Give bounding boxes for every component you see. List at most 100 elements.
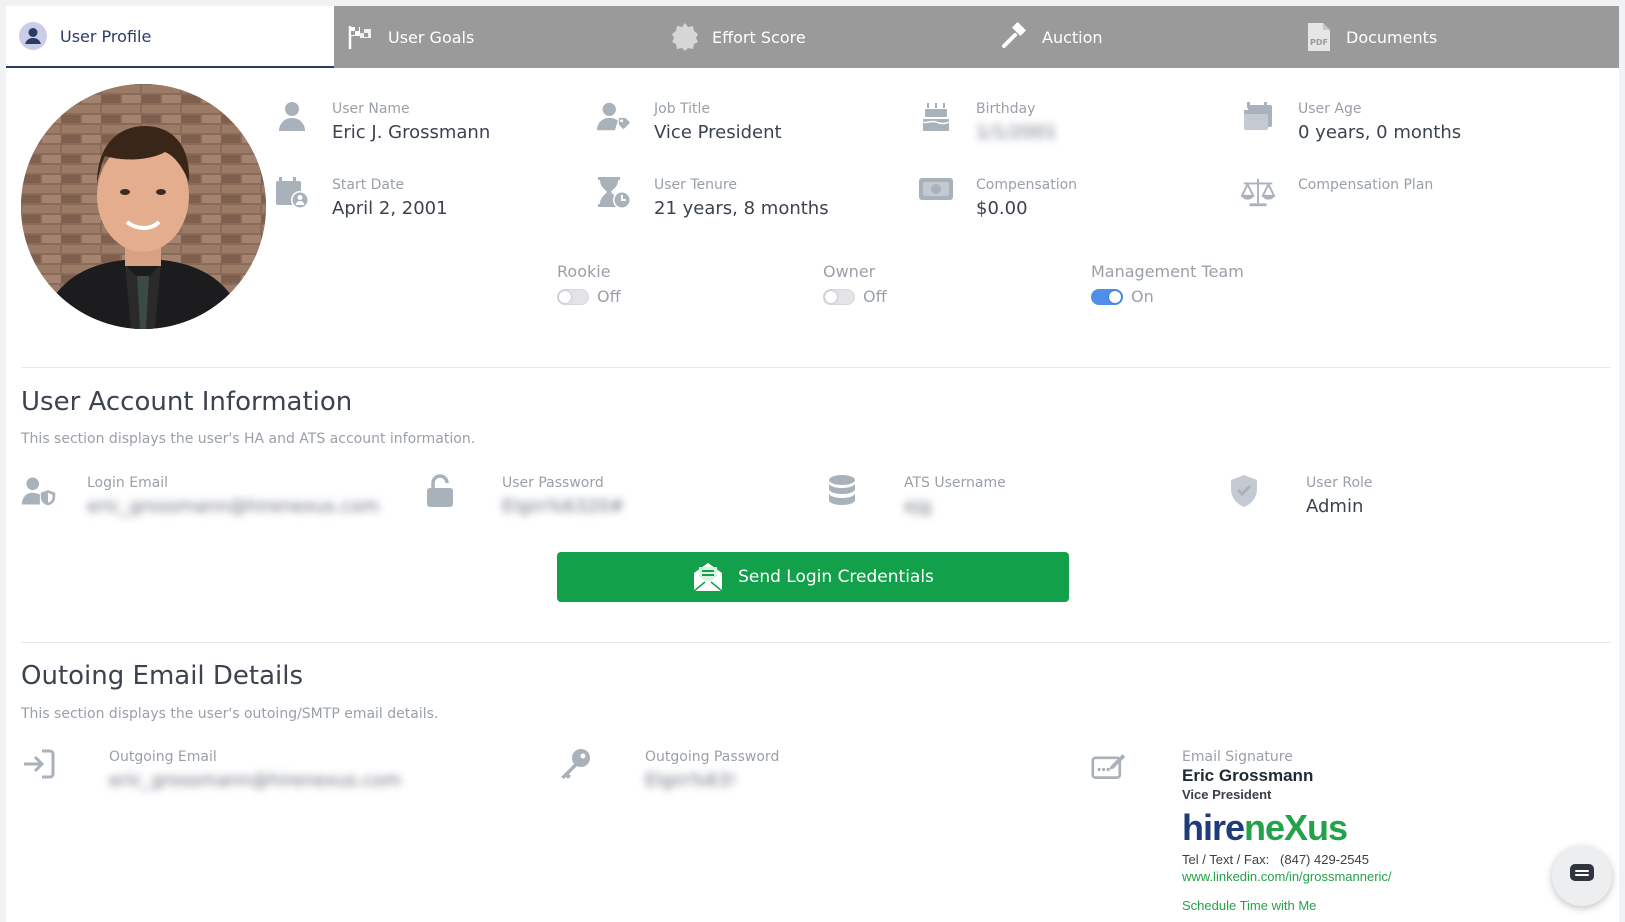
- field-value: eric_grossmann@hirenexus.com: [87, 496, 380, 517]
- user-circle-icon: [18, 21, 48, 51]
- owner-switch[interactable]: [823, 288, 855, 305]
- job-title-field: Job Title Vice President: [596, 100, 782, 146]
- tab-user-profile[interactable]: User Profile: [6, 6, 334, 68]
- user-icon: [274, 100, 310, 136]
- user-age-field: User Age 0 years, 0 months: [1240, 100, 1461, 146]
- outgoing-email-field: Outgoing Email eric_grossmann@hirenexus.…: [21, 748, 401, 794]
- field-label: User Name: [332, 101, 410, 117]
- start-date-field: Start Date April 2, 2001: [274, 176, 448, 222]
- toggle-state: On: [1131, 287, 1154, 306]
- toggle-label: Rookie: [557, 262, 611, 281]
- tab-label: User Goals: [388, 27, 475, 47]
- signature-linkedin-link[interactable]: www.linkedin.com/in/grossmanneric/: [1182, 869, 1392, 884]
- outgoing-section-title: Outoing Email Details: [21, 661, 304, 691]
- user-role-field: User Role Admin: [1226, 474, 1373, 520]
- toggle-state: Off: [863, 287, 887, 306]
- signature-title: Vice President: [1182, 787, 1272, 802]
- signature-edit-icon: [1091, 748, 1127, 784]
- calendar-icon: [1240, 100, 1276, 136]
- divider: [21, 367, 1611, 368]
- calendar-user-icon: [274, 176, 310, 212]
- field-value: Admin: [1306, 496, 1364, 517]
- account-section-title: User Account Information: [21, 387, 353, 417]
- tab-auction[interactable]: Auction: [984, 6, 1288, 68]
- toggle-label: Management Team: [1091, 262, 1244, 281]
- badge-icon: [670, 22, 700, 52]
- tab-label: Auction: [1042, 27, 1103, 47]
- field-value: Eric J. Grossmann: [332, 122, 491, 143]
- field-value: ejg: [904, 496, 932, 517]
- key-icon: [557, 748, 593, 784]
- divider: [21, 642, 1611, 643]
- compensation-plan-field: Compensation Plan: [1240, 176, 1433, 212]
- send-login-credentials-button[interactable]: Send Login Credentials: [557, 552, 1069, 602]
- field-label: Login Email: [87, 475, 169, 491]
- field-value: April 2, 2001: [332, 198, 448, 219]
- svg-text:PDF: PDF: [1310, 38, 1328, 47]
- hourglass-clock-icon: [596, 176, 632, 212]
- field-label: User Password: [502, 475, 604, 491]
- flags-icon: [346, 22, 376, 52]
- scale-balance-icon: [1240, 176, 1276, 212]
- tab-label: Effort Score: [712, 27, 806, 47]
- signature-phone: Tel / Text / Fax: (847) 429-2545: [1182, 852, 1369, 867]
- hirenexus-logo: hireneXus: [1182, 807, 1348, 848]
- user-name-field: User Name Eric J. Grossmann: [274, 100, 490, 146]
- login-email-field: Login Email eric_grossmann@hirenexus.com: [21, 474, 379, 520]
- button-label: Send Login Credentials: [738, 567, 934, 587]
- tab-effort-score[interactable]: Effort Score: [654, 6, 984, 68]
- tab-documents[interactable]: PDF Documents: [1288, 6, 1619, 68]
- chat-icon: [1569, 863, 1595, 889]
- ats-username-field: ATS Username ejg: [824, 474, 1006, 520]
- outgoing-section-description: This section displays the user's outoing…: [21, 706, 439, 722]
- field-label: Start Date: [332, 177, 405, 193]
- tab-label: Documents: [1346, 27, 1438, 47]
- email-signature-icon-wrap: [1091, 748, 1149, 784]
- field-label: Compensation Plan: [1298, 177, 1434, 193]
- toggle-label: Owner: [823, 262, 876, 281]
- user-tenure-field: User Tenure 21 years, 8 months: [596, 176, 829, 222]
- user-tag-icon: [596, 100, 632, 136]
- tab-bar: User Profile User Goals Effort Score Auc…: [6, 6, 1619, 68]
- field-label: User Age: [1298, 101, 1362, 117]
- user-password-field: User Password Elgin%6320#: [422, 474, 624, 520]
- schedule-time-link[interactable]: Schedule Time with Me: [1182, 898, 1392, 913]
- field-value: $0.00: [976, 198, 1028, 219]
- account-section-description: This section displays the user's HA and …: [21, 431, 476, 447]
- tab-user-goals[interactable]: User Goals: [334, 6, 654, 68]
- envelope-open-icon: [692, 562, 724, 592]
- money-bill-icon: [918, 176, 954, 212]
- field-value: Elgin%63!: [645, 770, 737, 791]
- owner-toggle-block: Owner Off: [823, 261, 887, 306]
- field-value: eric_grossmann@hirenexus.com: [109, 770, 402, 791]
- database-icon: [824, 474, 860, 510]
- field-value: Vice President: [654, 122, 782, 143]
- unlock-icon: [422, 474, 458, 510]
- field-label: Compensation: [976, 177, 1078, 193]
- field-label: User Tenure: [654, 177, 737, 193]
- field-label: User Role: [1306, 475, 1373, 491]
- outgoing-password-field: Outgoing Password Elgin%63!: [557, 748, 779, 794]
- toggle-state: Off: [597, 287, 621, 306]
- management-team-switch[interactable]: [1091, 288, 1123, 305]
- tab-label: User Profile: [60, 26, 152, 46]
- field-label: Email Signature: [1182, 749, 1293, 765]
- birthday-field: Birthday 1/1/2001: [918, 100, 1057, 146]
- rookie-switch[interactable]: [557, 288, 589, 305]
- avatar: [21, 84, 266, 329]
- field-label: Birthday: [976, 101, 1036, 117]
- field-label: ATS Username: [904, 475, 1006, 491]
- signature-name: Eric Grossmann: [1182, 766, 1314, 785]
- field-label: Job Title: [654, 101, 711, 117]
- pdf-icon: PDF: [1304, 22, 1334, 52]
- field-value: Elgin%6320#: [502, 496, 625, 517]
- management-team-toggle-block: Management Team On: [1091, 261, 1244, 306]
- gavel-icon: [1000, 22, 1030, 52]
- email-signature: Email Signature Eric Grossmann Vice Pres…: [1182, 749, 1392, 913]
- rookie-toggle-block: Rookie Off: [557, 261, 621, 306]
- compensation-field: Compensation $0.00: [918, 176, 1077, 222]
- field-value: 21 years, 8 months: [654, 198, 829, 219]
- sign-in-arrow-icon: [21, 748, 57, 784]
- chat-button[interactable]: [1552, 846, 1612, 906]
- field-value: 0 years, 0 months: [1298, 122, 1462, 143]
